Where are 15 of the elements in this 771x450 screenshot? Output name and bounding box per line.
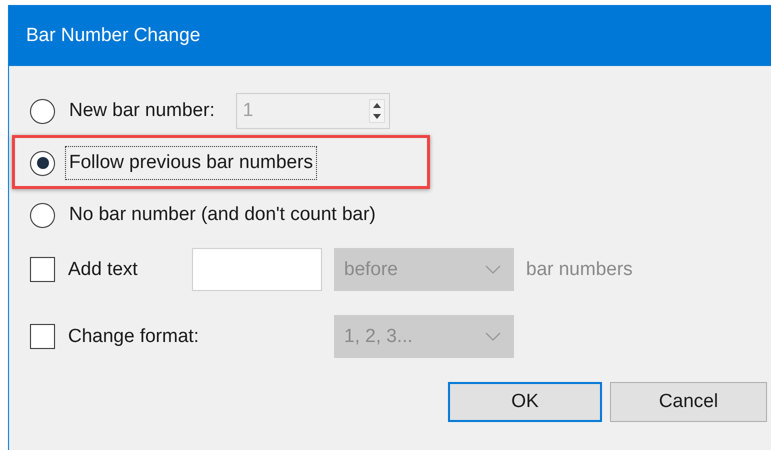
radio-button[interactable] (30, 202, 55, 228)
option-label[interactable]: New bar number: (65, 94, 219, 128)
cancel-button[interactable]: Cancel (610, 382, 767, 422)
radio-button[interactable] (30, 150, 55, 176)
radio-button[interactable] (30, 98, 55, 124)
option-label[interactable]: No bar number (and don't count bar) (65, 198, 380, 232)
checkbox[interactable] (30, 324, 55, 349)
window-title: Bar Number Change (26, 24, 200, 46)
option-label[interactable]: Follow previous bar numbers (65, 146, 317, 180)
checkbox-label[interactable]: Add text (68, 258, 192, 280)
text-field[interactable] (192, 248, 322, 291)
suffix-label: bar numbers (526, 258, 633, 280)
ok-button[interactable]: OK (448, 382, 602, 422)
checkbox-label[interactable]: Change format: (68, 326, 322, 348)
checkbox[interactable] (30, 257, 55, 282)
